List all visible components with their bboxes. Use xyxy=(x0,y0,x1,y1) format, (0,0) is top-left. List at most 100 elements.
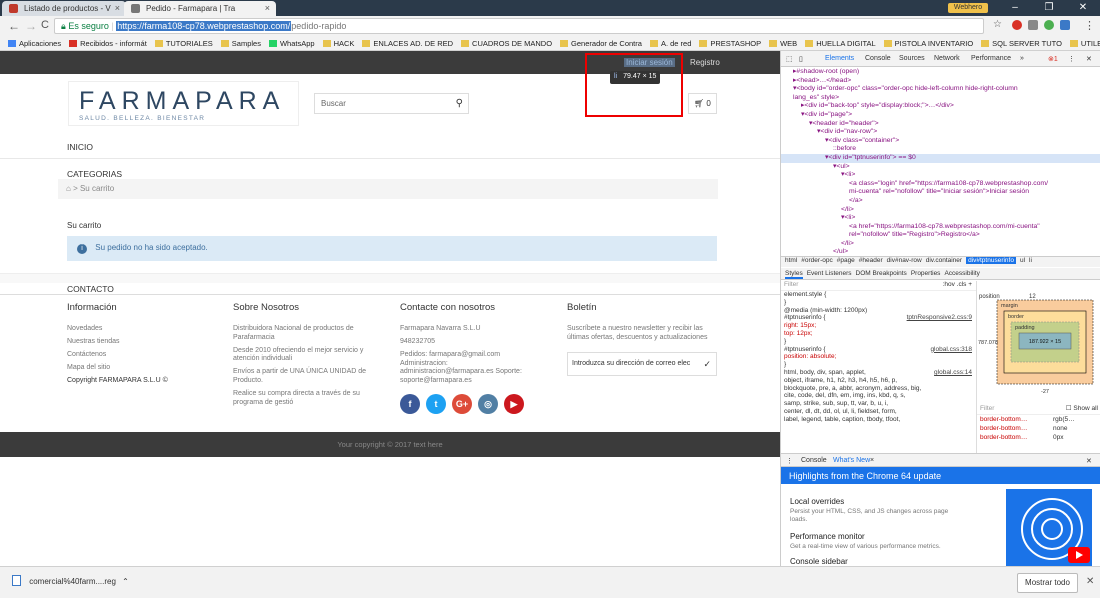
address-bar[interactable]: 🔒︎ Es seguro | https://farma108-cp78.web… xyxy=(54,18,984,34)
style-rule-line[interactable]: } xyxy=(781,299,976,307)
computed-filter[interactable]: Filter xyxy=(980,405,994,412)
site-logo[interactable]: FARMAPARA SALUD. BELLEZA. BIENESTAR xyxy=(68,81,299,126)
tab-listado[interactable]: Listado de productos - V × xyxy=(2,1,126,16)
newsletter-email-input[interactable]: Introduzca su dirección de correo elec ✓ xyxy=(567,352,717,376)
tab-sources[interactable]: Sources xyxy=(899,55,925,62)
computed-row[interactable]: border-bottom… rgb(5… xyxy=(977,415,1100,424)
styles-filter[interactable]: Filter :hov .cls + xyxy=(781,281,976,291)
reload-icon[interactable]: C xyxy=(41,19,49,31)
close-window-icon[interactable]: ✕ xyxy=(1066,0,1100,16)
style-rule-line[interactable]: } xyxy=(781,361,976,369)
dom-node[interactable]: </li> xyxy=(781,240,1100,249)
search-input[interactable]: Buscar ⚲ xyxy=(314,93,469,114)
extension-icon[interactable] xyxy=(1044,20,1054,30)
dom-breadcrumb-item[interactable]: li xyxy=(1029,257,1032,264)
facebook-icon[interactable]: f xyxy=(400,394,420,414)
style-rule-line[interactable]: global.css:318 #tptnuserinfo { xyxy=(781,346,976,354)
bookmark-item[interactable]: PRESTASHOP xyxy=(699,39,761,48)
computed-row[interactable]: border-bottom… none xyxy=(977,424,1100,433)
styles-subtab[interactable]: Properties xyxy=(911,270,941,277)
dom-node[interactable]: rel="nofollow" title="Registro">Registro… xyxy=(781,231,1100,240)
menu-inicio[interactable]: INICIO xyxy=(67,142,93,152)
drawer-tab-whats-new[interactable]: What's New xyxy=(833,457,870,464)
close-tab-icon[interactable]: × xyxy=(265,3,270,13)
dom-node[interactable]: </li> xyxy=(781,206,1100,215)
footer-link[interactable]: Contáctenos xyxy=(67,351,217,360)
dom-breadcrumb-item[interactable]: div#tptnuserinfo xyxy=(966,257,1016,264)
youtube-icon[interactable]: ▶ xyxy=(504,394,524,414)
forward-icon[interactable]: → xyxy=(25,19,37,33)
footer-link[interactable]: Novedades xyxy=(67,325,217,334)
dom-node[interactable]: mi-cuenta" rel="nofollow" title="Iniciar… xyxy=(781,188,1100,197)
download-item[interactable]: comercial%40farm....reg ⌃ xyxy=(12,575,129,586)
close-download-bar-icon[interactable]: ✕ xyxy=(1086,576,1094,587)
more-tabs-icon[interactable]: » xyxy=(1020,55,1024,62)
styles-subtab[interactable]: Styles xyxy=(785,270,803,279)
dom-node[interactable]: ▾<li> xyxy=(781,171,1100,180)
style-rule-line[interactable]: tptnResponsive2.css:9 #tptnuserinfo { xyxy=(781,314,976,322)
styles-subtab[interactable]: DOM Breakpoints xyxy=(856,270,907,277)
dom-node[interactable]: ▾<div id="nav-row"> xyxy=(781,128,1100,137)
bookmark-item[interactable]: HACK xyxy=(322,39,354,48)
close-drawer-icon[interactable]: ✕ xyxy=(1086,457,1092,465)
dom-node[interactable]: ::before xyxy=(781,145,1100,154)
extension-icon[interactable] xyxy=(1012,20,1022,30)
style-rule-line[interactable]: object, iframe, h1, h2, h3, h4, h5, h6, … xyxy=(781,377,976,385)
dom-node[interactable]: ▸<head>…</head> xyxy=(781,77,1100,86)
dom-node[interactable]: ▸<div id="back-top" style="display:block… xyxy=(781,102,1100,111)
show-all-button[interactable]: Mostrar todo xyxy=(1017,573,1078,593)
dom-node[interactable]: ▾<header id="header"> xyxy=(781,120,1100,129)
register-link[interactable]: Registro xyxy=(690,58,720,67)
close-tab-icon[interactable]: × xyxy=(870,457,874,464)
dom-node[interactable]: ▾<body id="order-opc" class="order-opc h… xyxy=(781,85,1100,94)
minimize-icon[interactable]: – xyxy=(998,0,1032,16)
extension-icon[interactable] xyxy=(1060,20,1070,30)
dom-breadcrumb-item[interactable]: div.container xyxy=(926,257,962,264)
bookmark-item[interactable]: Recibidos - informát xyxy=(69,39,147,48)
footer-link[interactable]: Nuestras tiendas xyxy=(67,338,217,347)
dom-node[interactable]: </ul> xyxy=(781,248,1100,256)
google-plus-icon[interactable]: G+ xyxy=(452,394,472,414)
bookmark-item[interactable]: UTILES ADMIN. RED xyxy=(1069,39,1100,48)
close-devtools-icon[interactable]: ✕ xyxy=(1086,55,1092,63)
dom-breadcrumb-item[interactable]: #order-opc xyxy=(801,257,832,264)
dom-node[interactable]: lang_es" style> xyxy=(781,94,1100,103)
bookmark-item[interactable]: ENLACES AD. DE RED xyxy=(362,39,453,48)
bookmark-item[interactable]: A. de red xyxy=(649,39,691,48)
styles-subtab[interactable]: Event Listeners xyxy=(807,270,852,277)
style-rule-line[interactable]: label, legend, table, caption, tbody, tf… xyxy=(781,416,976,424)
bookmark-item[interactable]: WEB xyxy=(769,39,797,48)
dom-node[interactable]: </a> xyxy=(781,197,1100,206)
bookmark-item[interactable]: TUTORIALES xyxy=(154,39,213,48)
style-rule-line[interactable]: right: 15px; xyxy=(781,322,976,330)
dom-breadcrumb-item[interactable]: #page xyxy=(837,257,855,264)
style-rule-line[interactable]: @media (min-width: 1200px) xyxy=(781,307,976,315)
show-all-checkbox[interactable]: ☐ Show all xyxy=(1066,404,1098,413)
style-rule-line[interactable]: position: absolute; xyxy=(781,353,976,361)
cart-button[interactable]: 🛒︎ 0 xyxy=(688,93,717,114)
dom-node[interactable]: ▸#shadow-root (open) xyxy=(781,68,1100,77)
tab-console[interactable]: Console xyxy=(865,55,891,62)
chevron-up-icon[interactable]: ⌃ xyxy=(122,577,129,586)
style-rule-line[interactable]: global.css:14 html, body, div, span, appl… xyxy=(781,369,976,377)
bookmark-item[interactable]: WhatsApp xyxy=(268,39,315,48)
drawer-menu-icon[interactable]: ⋮ xyxy=(786,457,793,465)
footer-link[interactable]: Mapa del sitio xyxy=(67,364,217,373)
highlight-title[interactable]: Local overrides xyxy=(790,497,844,506)
style-rule-line[interactable]: blockquote, pre, a, abbr, acronym, addre… xyxy=(781,385,976,393)
style-rule-line[interactable]: samp, strike, sub, sup, tt, var, b, u, i… xyxy=(781,400,976,408)
dom-node[interactable]: ▾<div id="page"> xyxy=(781,111,1100,120)
dom-breadcrumb-item[interactable]: html xyxy=(785,257,797,264)
extension-icon[interactable] xyxy=(1028,20,1038,30)
tab-elements[interactable]: Elements xyxy=(825,55,854,62)
dom-node[interactable]: <a href="https://farma108-cp78.webpresta… xyxy=(781,223,1100,232)
instagram-icon[interactable]: ◎ xyxy=(478,394,498,414)
bookmark-item[interactable]: Samples xyxy=(220,39,261,48)
profile-chip[interactable]: Webhero xyxy=(948,3,988,13)
menu-contacto[interactable]: CONTACTO xyxy=(67,284,114,294)
dom-breadcrumb-item[interactable]: ul xyxy=(1020,257,1025,264)
home-icon[interactable]: ⌂ xyxy=(66,184,71,193)
bookmark-item[interactable]: CUADROS DE MANDO xyxy=(461,39,552,48)
tab-performance[interactable]: Performance xyxy=(971,55,1011,62)
dom-node[interactable]: ▾<div id="tptnuserinfo"> == $0 xyxy=(781,153,1100,163)
